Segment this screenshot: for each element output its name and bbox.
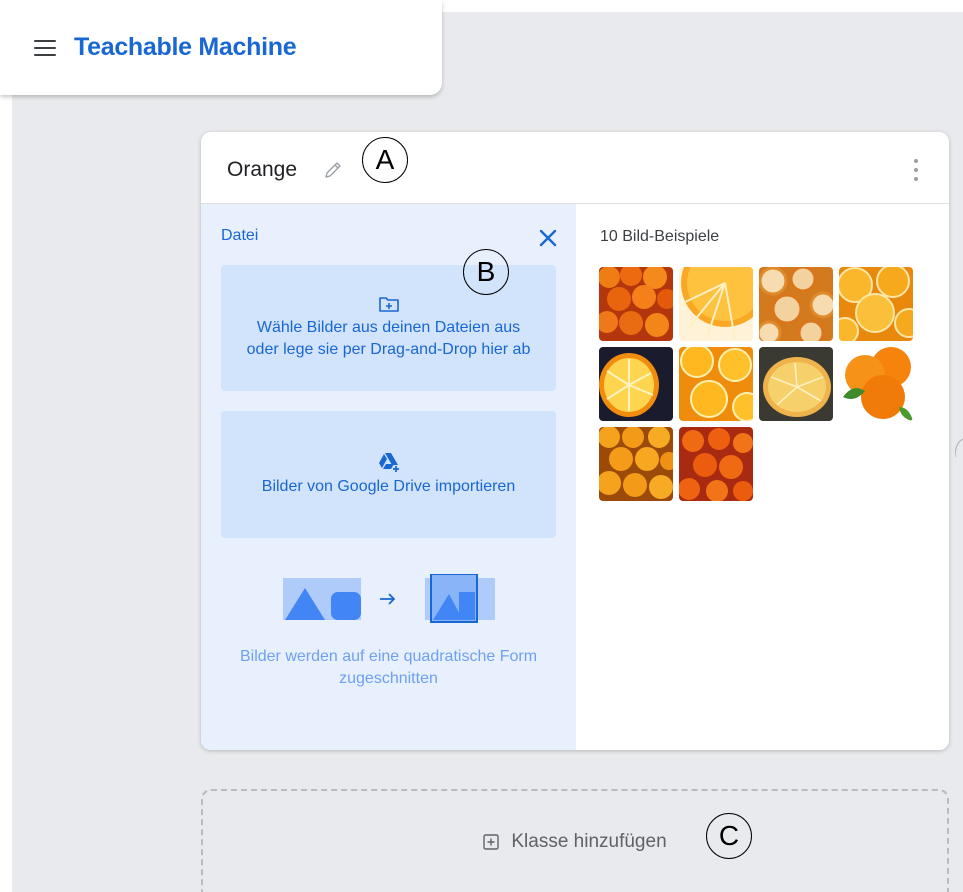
upload-files-label: Wähle Bilder aus deinen Dateien aus oder…: [246, 319, 531, 358]
sample-image[interactable]: [599, 347, 673, 421]
sample-grid: [599, 267, 913, 501]
sample-image[interactable]: [599, 427, 673, 501]
sample-image[interactable]: [679, 267, 753, 341]
google-drive-import-button[interactable]: Bilder von Google Drive importieren: [221, 411, 556, 538]
add-class-button[interactable]: Klasse hinzufügen: [201, 789, 949, 892]
app-title[interactable]: Teachable Machine: [74, 33, 297, 62]
add-class-content: Klasse hinzufügen: [203, 831, 947, 853]
more-vert-icon[interactable]: [913, 159, 919, 181]
upload-files-button[interactable]: Wähle Bilder aus deinen Dateien aus oder…: [221, 265, 556, 391]
crop-illustration: [283, 574, 495, 623]
add-box-icon: [483, 834, 500, 850]
samples-panel: 10 Bild-Beispiele: [576, 204, 949, 750]
class-name[interactable]: Orange: [227, 158, 297, 182]
folder-add-icon: [378, 297, 399, 312]
edge-decoration: [955, 438, 963, 458]
card-body: Datei Wähle Bilder aus deinen Dateien au…: [201, 204, 949, 750]
samples-count-label: 10 Bild-Beispiele: [600, 228, 720, 245]
sample-image[interactable]: [679, 427, 753, 501]
crop-note: Bilder werden auf eine quadratische Form…: [239, 648, 538, 687]
annotation-b: B: [463, 249, 509, 295]
app-header: Teachable Machine: [0, 0, 442, 95]
add-class-label: Klasse hinzufügen: [511, 831, 667, 852]
close-icon[interactable]: [538, 228, 558, 248]
sample-image[interactable]: [759, 267, 833, 341]
annotation-a: A: [362, 137, 408, 183]
google-drive-label: Bilder von Google Drive importieren: [261, 477, 516, 495]
annotation-c: C: [706, 813, 752, 859]
upload-panel: Datei Wähle Bilder aus deinen Dateien au…: [201, 204, 576, 750]
class-card: Orange Datei Wähle Bilder aus deinen Dat…: [201, 132, 949, 750]
sample-image[interactable]: [839, 267, 913, 341]
menu-icon[interactable]: [34, 39, 56, 56]
google-drive-icon: [378, 452, 399, 472]
sample-image[interactable]: [679, 347, 753, 421]
sample-image[interactable]: [599, 267, 673, 341]
card-header: Orange: [201, 132, 949, 204]
upload-panel-title: Datei: [221, 227, 259, 244]
pencil-icon[interactable]: [322, 159, 344, 181]
sample-image[interactable]: [759, 347, 833, 421]
arrow-right-icon: [380, 593, 396, 605]
sample-image[interactable]: [839, 347, 913, 421]
